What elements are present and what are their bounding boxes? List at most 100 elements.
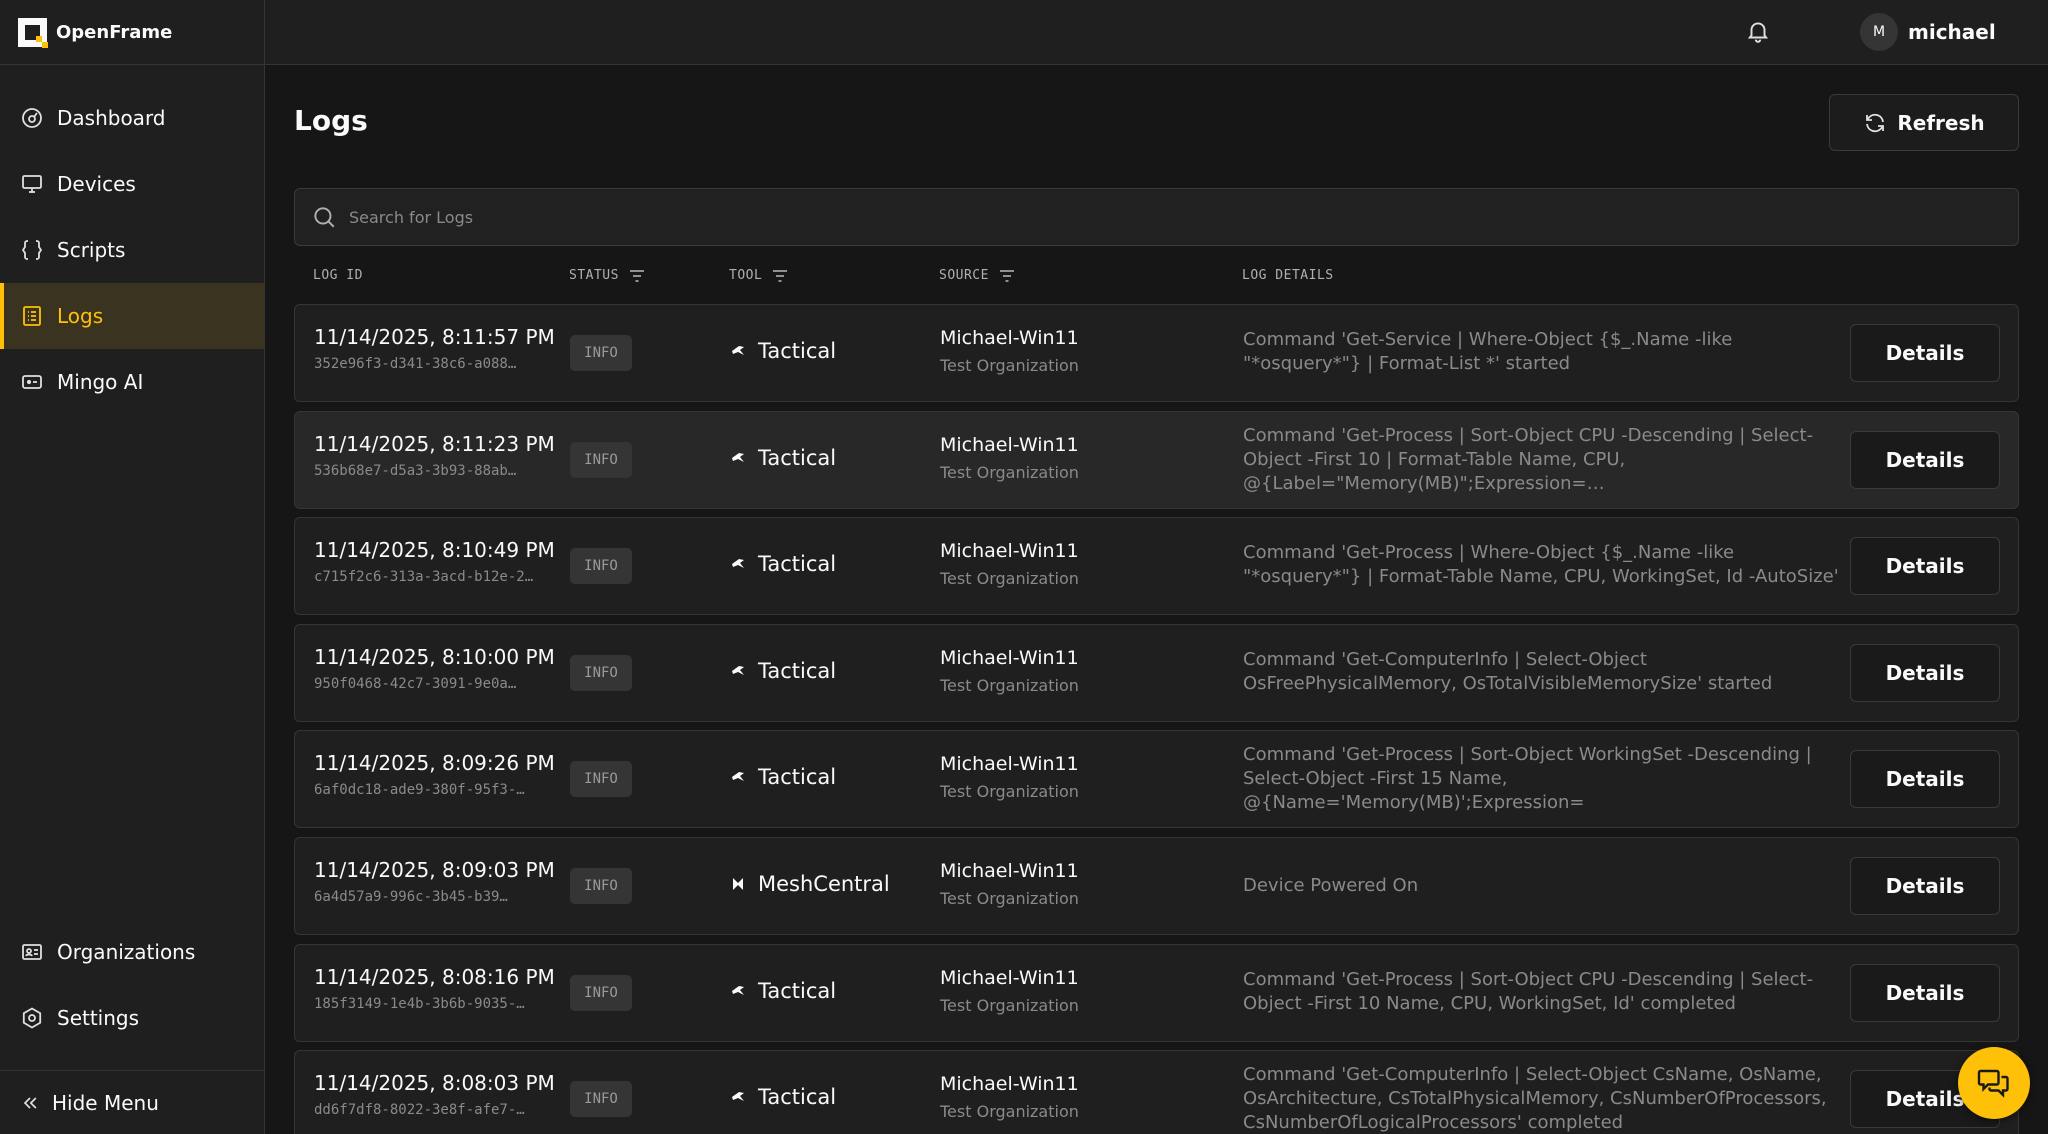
user-menu[interactable]: M michael xyxy=(1860,13,1996,51)
sidebar: OpenFrame Dashboard Devices Scripts Logs xyxy=(0,0,265,1134)
id-card-icon xyxy=(20,940,44,964)
organization-name: Test Organization xyxy=(940,889,1079,908)
log-uuid: 352e96f3-d341-38c6-a088… xyxy=(314,356,517,372)
sidebar-item-dashboard[interactable]: Dashboard xyxy=(0,85,264,151)
device-name: Michael-Win11 xyxy=(940,753,1079,775)
log-timestamp: 11/14/2025, 8:08:03 PM xyxy=(314,1071,555,1095)
dashboard-icon xyxy=(20,106,44,130)
sidebar-item-logs[interactable]: Logs xyxy=(0,283,264,349)
sidebar-nav: Dashboard Devices Scripts Logs Mingo AI xyxy=(0,85,264,415)
details-button[interactable]: Details xyxy=(1850,324,2000,382)
sidebar-item-settings[interactable]: Settings xyxy=(0,985,264,1051)
column-header-source[interactable]: SOURCE xyxy=(939,268,1015,283)
source-cell: Michael-Win11 Test Organization xyxy=(940,860,1079,908)
tactical-icon xyxy=(730,983,746,999)
log-uuid: 6af0dc18-ade9-380f-95f3-… xyxy=(314,782,525,798)
device-name: Michael-Win11 xyxy=(940,540,1079,562)
refresh-icon xyxy=(1866,113,1885,132)
tool-cell: Tactical xyxy=(730,552,836,576)
sidebar-item-label: Devices xyxy=(57,172,136,196)
log-timestamp: 11/14/2025, 8:10:00 PM xyxy=(314,645,555,669)
app-logo[interactable]: OpenFrame xyxy=(0,0,264,65)
sidebar-item-devices[interactable]: Devices xyxy=(0,151,264,217)
sidebar-item-organizations[interactable]: Organizations xyxy=(0,919,264,985)
log-id-cell: 11/14/2025, 8:09:03 PM 6a4d57a9-996c-3b4… xyxy=(314,858,555,905)
details-button[interactable]: Details xyxy=(1850,431,2000,489)
details-button[interactable]: Details xyxy=(1850,857,2000,915)
refresh-button[interactable]: Refresh xyxy=(1829,94,2019,151)
main-content: Logs Refresh LOG ID STATUS TOOL SOURCE L… xyxy=(265,66,2048,1134)
table-row[interactable]: 11/14/2025, 8:11:57 PM 352e96f3-d341-38c… xyxy=(294,304,2019,402)
gear-icon xyxy=(20,1006,44,1030)
status-badge: INFO xyxy=(570,975,632,1011)
source-cell: Michael-Win11 Test Organization xyxy=(940,647,1079,695)
log-details-text: Command 'Get-Process | Sort-Object CPU -… xyxy=(1243,425,1814,494)
table-row[interactable]: 11/14/2025, 8:10:00 PM 950f0468-42c7-309… xyxy=(294,624,2019,722)
table-header: LOG ID STATUS TOOL SOURCE LOG DETAILS xyxy=(294,258,2019,294)
tactical-icon xyxy=(730,450,746,466)
table-row[interactable]: 11/14/2025, 8:08:16 PM 185f3149-1e4b-3b6… xyxy=(294,944,2019,1042)
status-badge: INFO xyxy=(570,868,632,904)
log-timestamp: 11/14/2025, 8:11:23 PM xyxy=(314,432,555,456)
hide-menu-button[interactable]: Hide Menu xyxy=(0,1070,264,1134)
filter-icon[interactable] xyxy=(999,269,1015,283)
sidebar-item-mingo-ai[interactable]: Mingo AI xyxy=(0,349,264,415)
notifications-bell-icon[interactable] xyxy=(1745,18,1771,48)
log-id-cell: 11/14/2025, 8:08:03 PM dd6f7df8-8022-3e8… xyxy=(314,1071,555,1118)
tool-name: Tactical xyxy=(758,552,837,576)
details-button[interactable]: Details xyxy=(1850,964,2000,1022)
tactical-icon xyxy=(730,556,746,572)
sidebar-item-label: Settings xyxy=(57,1006,140,1030)
search-input[interactable] xyxy=(349,207,1949,227)
device-name: Michael-Win11 xyxy=(940,647,1079,669)
chat-support-button[interactable] xyxy=(1958,1047,2030,1119)
log-id-cell: 11/14/2025, 8:09:26 PM 6af0dc18-ade9-380… xyxy=(314,751,555,798)
tool-name: Tactical xyxy=(758,765,837,789)
organization-name: Test Organization xyxy=(940,463,1079,482)
device-name: Michael-Win11 xyxy=(940,327,1079,349)
details-button[interactable]: Details xyxy=(1850,644,2000,702)
table-row[interactable]: 11/14/2025, 8:10:49 PM c715f2c6-313a-3ac… xyxy=(294,517,2019,615)
log-details-text: Command 'Get-Process | Where-Object {$_.… xyxy=(1243,542,1839,587)
organization-name: Test Organization xyxy=(940,1102,1079,1121)
sidebar-item-scripts[interactable]: Scripts xyxy=(0,217,264,283)
status-badge: INFO xyxy=(570,655,632,691)
sidebar-bottom-nav: Organizations Settings xyxy=(0,919,264,1051)
column-header-log-details: LOG DETAILS xyxy=(1242,268,1334,283)
table-row[interactable]: 11/14/2025, 8:11:23 PM 536b68e7-d5a3-3b9… xyxy=(294,411,2019,509)
log-id-cell: 11/14/2025, 8:10:49 PM c715f2c6-313a-3ac… xyxy=(314,538,555,585)
column-header-tool[interactable]: TOOL xyxy=(729,268,788,283)
source-cell: Michael-Win11 Test Organization xyxy=(940,753,1079,801)
app-name: OpenFrame xyxy=(56,21,173,43)
meshcentral-icon xyxy=(730,876,746,892)
tool-cell: Tactical xyxy=(730,446,836,470)
hide-menu-label: Hide Menu xyxy=(52,1090,159,1115)
tool-cell: Tactical xyxy=(730,339,836,363)
sidebar-item-label: Organizations xyxy=(57,940,196,964)
topbar: M michael xyxy=(265,0,2048,65)
device-name: Michael-Win11 xyxy=(940,860,1079,882)
source-cell: Michael-Win11 Test Organization xyxy=(940,434,1079,482)
log-timestamp: 11/14/2025, 8:08:16 PM xyxy=(314,965,555,989)
log-details-text: Command 'Get-Process | Sort-Object Worki… xyxy=(1243,744,1812,813)
tool-cell: Tactical xyxy=(730,765,836,789)
column-header-label: LOG ID xyxy=(313,268,363,283)
device-name: Michael-Win11 xyxy=(940,1073,1079,1095)
status-badge: INFO xyxy=(570,335,632,371)
details-button[interactable]: Details xyxy=(1850,537,2000,595)
filter-icon[interactable] xyxy=(629,269,645,283)
refresh-label: Refresh xyxy=(1897,110,1985,135)
filter-icon[interactable] xyxy=(772,269,788,283)
table-row[interactable]: 11/14/2025, 8:09:26 PM 6af0dc18-ade9-380… xyxy=(294,730,2019,828)
table-row[interactable]: 11/14/2025, 8:09:03 PM 6a4d57a9-996c-3b4… xyxy=(294,837,2019,935)
tool-name: Tactical xyxy=(758,659,837,683)
table-row[interactable]: 11/14/2025, 8:08:03 PM dd6f7df8-8022-3e8… xyxy=(294,1050,2019,1134)
log-timestamp: 11/14/2025, 8:11:57 PM xyxy=(314,325,555,349)
log-id-cell: 11/14/2025, 8:08:16 PM 185f3149-1e4b-3b6… xyxy=(314,965,555,1012)
details-button[interactable]: Details xyxy=(1850,750,2000,808)
column-header-status[interactable]: STATUS xyxy=(569,268,645,283)
device-name: Michael-Win11 xyxy=(940,967,1079,989)
source-cell: Michael-Win11 Test Organization xyxy=(940,540,1079,588)
tool-name: Tactical xyxy=(758,339,837,363)
organization-name: Test Organization xyxy=(940,356,1079,375)
